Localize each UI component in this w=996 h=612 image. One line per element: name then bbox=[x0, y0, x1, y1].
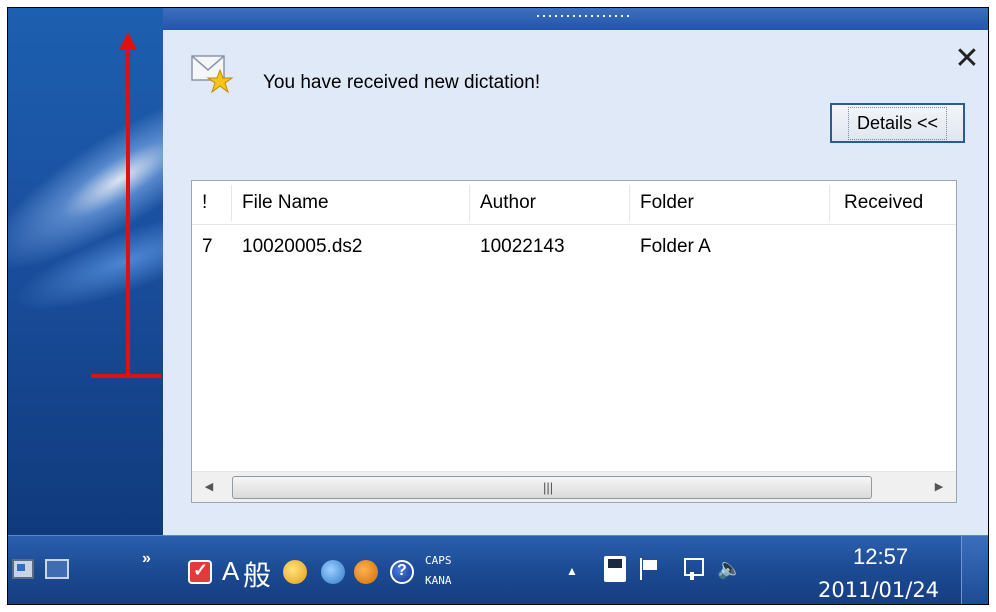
ime-kanji-icon[interactable]: 般 bbox=[243, 554, 271, 594]
clock-date[interactable]: 2011/01/24 bbox=[818, 578, 939, 602]
cell-folder: Folder A bbox=[640, 236, 711, 257]
scroll-right-icon[interactable]: ▶ bbox=[922, 472, 956, 503]
column-file-name[interactable]: File Name bbox=[232, 181, 470, 225]
cell-file-name: 10020005.ds2 bbox=[242, 236, 363, 257]
column-priority[interactable]: ! bbox=[192, 181, 232, 225]
envelope-star-icon bbox=[191, 55, 234, 94]
help-icon[interactable] bbox=[390, 560, 414, 584]
column-author[interactable]: Author bbox=[470, 181, 630, 225]
thumb-grip-icon: ||| bbox=[543, 480, 554, 495]
action-center-flag-icon[interactable] bbox=[640, 558, 662, 580]
notification-message: You have received new dictation! bbox=[263, 72, 541, 93]
annotation-arrow-base bbox=[91, 374, 161, 378]
show-desktop-button[interactable] bbox=[961, 536, 988, 604]
caps-label: CAPS bbox=[425, 554, 452, 567]
show-hidden-icons-icon[interactable]: ▲ bbox=[566, 564, 578, 578]
caps-kana-indicator[interactable]: CAPS KANA bbox=[425, 551, 452, 591]
details-button[interactable]: Details << bbox=[830, 103, 965, 143]
dictation-file-list[interactable]: ! File Name Author Folder Received 7 100… bbox=[191, 180, 957, 503]
tray-ime-tools-icon[interactable] bbox=[283, 560, 307, 584]
quicklaunch-desktop-icon[interactable] bbox=[45, 559, 69, 579]
scrollbar-thumb[interactable]: ||| bbox=[232, 476, 872, 499]
details-button-label: Details << bbox=[847, 106, 948, 140]
close-button[interactable]: ✕ bbox=[953, 44, 981, 74]
kana-label: KANA bbox=[425, 574, 452, 587]
dictation-notification-popup: You have received new dictation! ✕ Detai… bbox=[163, 8, 988, 535]
popup-titlebar[interactable] bbox=[163, 8, 988, 30]
cell-author: 10022143 bbox=[480, 236, 565, 257]
cell-priority: 7 bbox=[202, 236, 213, 257]
drag-grip[interactable] bbox=[535, 13, 631, 21]
tray-ime-pad-icon[interactable] bbox=[321, 560, 345, 584]
toolbar-chevron-icon[interactable]: » bbox=[142, 550, 151, 568]
clock-time[interactable]: 12:57 bbox=[853, 544, 908, 570]
floppy-disk-icon[interactable] bbox=[604, 556, 626, 582]
list-item[interactable]: 7 10020005.ds2 10022143 Folder A bbox=[192, 227, 956, 267]
column-received[interactable]: Received bbox=[834, 181, 956, 225]
screen: You have received new dictation! ✕ Detai… bbox=[7, 7, 989, 605]
annotation-arrow-line bbox=[126, 46, 130, 378]
close-icon: ✕ bbox=[954, 42, 980, 75]
network-icon[interactable] bbox=[680, 556, 704, 580]
ime-mode-indicator[interactable]: A bbox=[222, 556, 239, 587]
horizontal-scrollbar[interactable]: ◀ ||| ▶ bbox=[192, 471, 956, 502]
quicklaunch-window-icon[interactable] bbox=[12, 559, 34, 579]
list-header: ! File Name Author Folder Received bbox=[192, 181, 956, 225]
red-check-app-icon[interactable] bbox=[188, 560, 212, 584]
volume-icon[interactable]: 🔈 bbox=[717, 556, 742, 581]
column-folder[interactable]: Folder bbox=[630, 181, 830, 225]
taskbar: » A 般 CAPS KANA ▲ 🔈 12:57 2011/01/24 bbox=[8, 535, 988, 604]
tray-dictionary-icon[interactable] bbox=[354, 560, 378, 584]
scroll-left-icon[interactable]: ◀ bbox=[192, 472, 226, 503]
